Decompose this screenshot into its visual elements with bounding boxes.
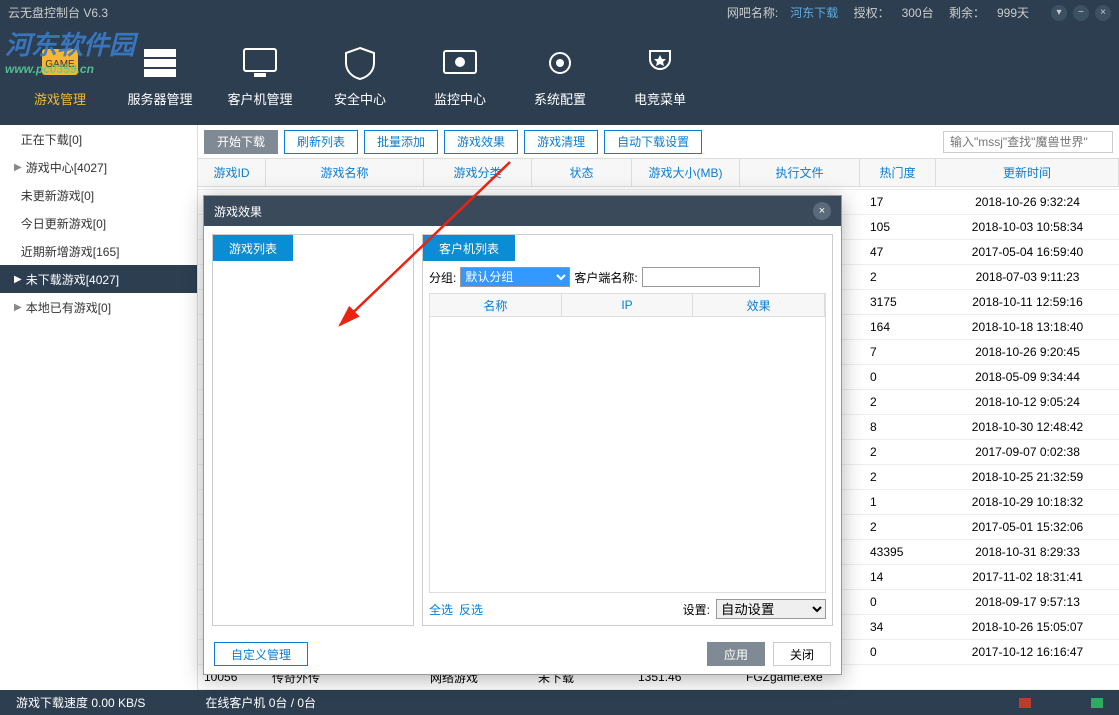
status-led-green [1091,698,1103,708]
sidebar-item[interactable]: ▶本地已有游戏[0] [0,293,197,321]
sidebar-item[interactable]: 近期新增游戏[165] [0,237,197,265]
sidebar-item[interactable]: ▶游戏中心[4027] [0,153,197,181]
client-list-tab[interactable]: 客户机列表 [423,235,515,261]
nav-server[interactable]: 服务器管理 [110,25,210,125]
server-icon [136,43,184,83]
nav-trophy[interactable]: 电竞菜单 [610,25,710,125]
col-name[interactable]: 游戏名称 [266,159,424,186]
client-grid-body[interactable] [429,317,826,593]
game-icon: GAME [36,43,84,83]
setting-select[interactable]: 自动设置 [716,599,826,619]
dropdown-icon[interactable]: ▾ [1051,5,1067,21]
client-name-input[interactable] [642,267,760,287]
col-client-effect[interactable]: 效果 [693,294,825,316]
col-popularity[interactable]: 热门度 [860,159,936,186]
game-effect-dialog: 游戏效果 × 游戏列表 客户机列表 分组: 默认分组 客户端名称: 名称 IP … [203,195,842,675]
nav-gear[interactable]: 系统配置 [510,25,610,125]
nav-game[interactable]: GAME游戏管理 [10,25,110,125]
col-status[interactable]: 状态 [532,159,632,186]
col-id[interactable]: 游戏ID [198,159,266,186]
custom-manage-button[interactable]: 自定义管理 [214,642,308,666]
statusbar: 游戏下载速度 0.00 KB/S 在线客户机 0台 / 0台 [0,690,1119,715]
trophy-icon [636,43,684,83]
search-input[interactable] [943,131,1113,153]
game-effect-button[interactable]: 游戏效果 [444,130,518,154]
col-client-name[interactable]: 名称 [430,294,562,316]
titlebar: 云无盘控制台 V6.3 网吧名称:河东下载 授权：300台 剩余：999天 ▾ … [0,0,1119,25]
col-exec[interactable]: 执行文件 [740,159,860,186]
nav-shield[interactable]: 安全中心 [310,25,410,125]
download-speed: 游戏下载速度 0.00 KB/S [16,694,145,711]
arrow-icon: ▶ [14,274,22,285]
invert-select-link[interactable]: 反选 [459,601,483,618]
monitor-icon [436,43,484,83]
sidebar: 正在下载[0]▶游戏中心[4027] 未更新游戏[0] 今日更新游戏[0] 近期… [0,125,198,690]
online-clients: 在线客户机 0台 / 0台 [205,694,316,711]
close-button[interactable]: 关闭 [773,642,831,666]
toolbar: 开始下载 刷新列表 批量添加 游戏效果 游戏清理 自动下载设置 [198,125,1119,159]
minimize-icon[interactable]: − [1073,5,1089,21]
sidebar-item[interactable]: 未更新游戏[0] [0,181,197,209]
gear-icon [536,43,584,83]
status-led-red [1019,698,1031,708]
sidebar-item[interactable]: 正在下载[0] [0,125,197,153]
nav-client[interactable]: 客户机管理 [210,25,310,125]
col-category[interactable]: 游戏分类 [424,159,532,186]
close-icon[interactable]: × [1095,5,1111,21]
client-list-panel: 客户机列表 分组: 默认分组 客户端名称: 名称 IP 效果 全选 反选 [422,234,833,626]
apply-button[interactable]: 应用 [707,642,765,666]
svg-text:GAME: GAME [45,59,75,70]
col-client-ip[interactable]: IP [562,294,694,316]
sidebar-item[interactable]: 今日更新游戏[0] [0,209,197,237]
shield-icon [336,43,384,83]
refresh-button[interactable]: 刷新列表 [284,130,358,154]
grid-header: 游戏ID 游戏名称 游戏分类 状态 游戏大小(MB) 执行文件 热门度 更新时间 [198,159,1119,187]
game-list-tab[interactable]: 游戏列表 [213,235,293,261]
sidebar-item[interactable]: ▶未下载游戏[4027] [0,265,197,293]
app-title: 云无盘控制台 V6.3 [8,4,108,21]
col-size[interactable]: 游戏大小(MB) [632,159,740,186]
top-nav: 河东软件园www.pc0359.cn GAME游戏管理服务器管理客户机管理安全中… [0,25,1119,125]
dialog-title: 游戏效果 [214,203,262,220]
start-download-button[interactable]: 开始下载 [204,130,278,154]
client-icon [236,43,284,83]
nav-monitor[interactable]: 监控中心 [410,25,510,125]
game-list-panel: 游戏列表 [212,234,414,626]
auto-download-button[interactable]: 自动下载设置 [604,130,702,154]
select-all-link[interactable]: 全选 [429,601,453,618]
arrow-icon: ▶ [14,162,22,173]
netbar-link[interactable]: 河东下载 [790,6,838,20]
titlebar-info: 网吧名称:河东下载 授权：300台 剩余：999天 [727,4,1041,21]
arrow-icon: ▶ [14,302,22,313]
game-clean-button[interactable]: 游戏清理 [524,130,598,154]
col-time[interactable]: 更新时间 [936,159,1119,186]
group-select[interactable]: 默认分组 [460,267,570,287]
dialog-close-icon[interactable]: × [813,202,831,220]
batch-add-button[interactable]: 批量添加 [364,130,438,154]
